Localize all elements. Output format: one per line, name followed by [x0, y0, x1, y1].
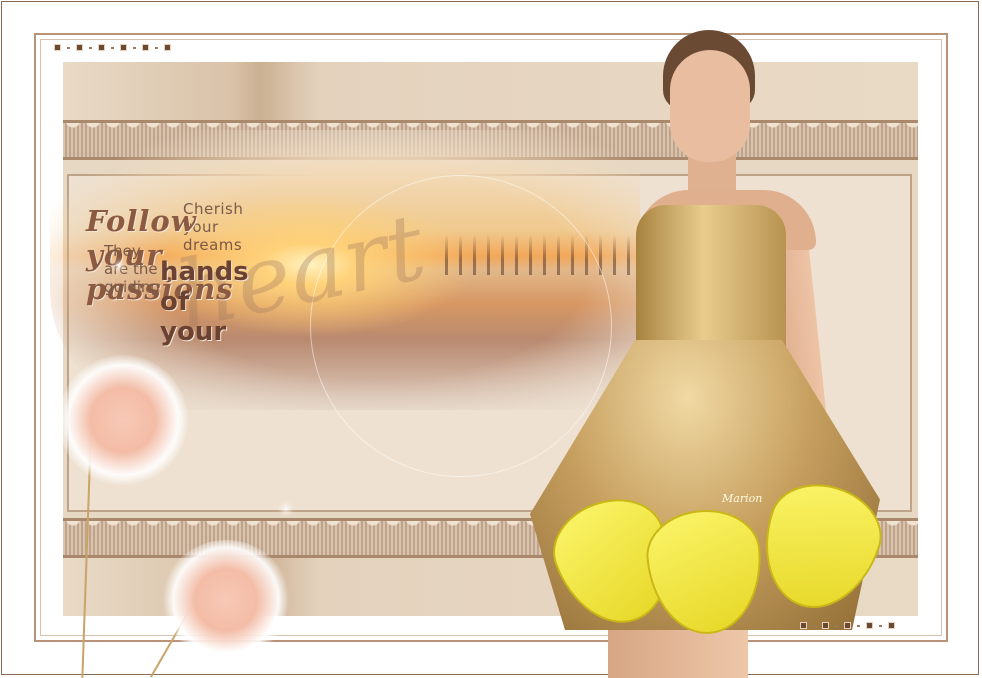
dot-ornament-top: [54, 44, 171, 51]
quote-line-4: hands of your: [160, 257, 249, 347]
quote-line-3: They are the guiding: [104, 242, 160, 296]
woman-in-gold-dress: [528, 30, 894, 678]
dandelion-puff: [58, 355, 188, 485]
artwork-canvas: heart Cherish your dreams Follow your pa…: [0, 0, 982, 678]
face: [670, 50, 750, 162]
sparkle: [118, 265, 120, 267]
artist-signature: Marion: [722, 492, 763, 505]
dandelion-puff: [162, 540, 290, 660]
sparkle: [285, 508, 287, 510]
dot-ornament-bottom: [800, 622, 895, 629]
